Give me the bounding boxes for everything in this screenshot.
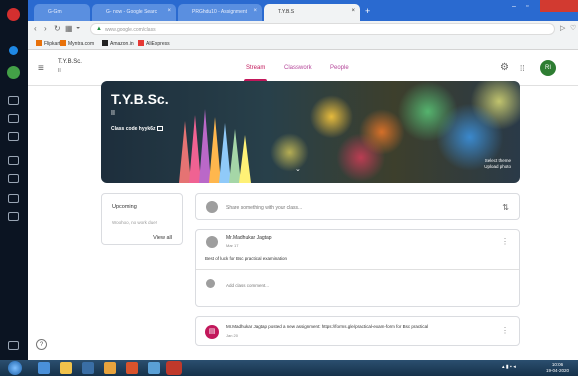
close-icon[interactable]: ×: [351, 8, 355, 14]
chevron-down-icon[interactable]: ⌄: [295, 165, 301, 173]
assignment-text[interactable]: Mr.Madhukar Jagtap posted a new assignme…: [226, 324, 466, 329]
download-icon[interactable]: ♡: [570, 24, 576, 32]
new-tab-button[interactable]: +: [365, 7, 375, 17]
main-menu-icon[interactable]: ≡: [38, 63, 44, 74]
browser-toolbar: ‹ › ↻ ▦ ◒ ▲ www.google.com/class ▷ ♡: [28, 21, 578, 37]
class-code: Class code hyyk6z: [111, 126, 164, 132]
close-icon[interactable]: ×: [253, 8, 257, 14]
tab-classwork[interactable]: Classwork: [284, 65, 312, 71]
avatar[interactable]: RI: [540, 60, 556, 76]
left-dock: [0, 0, 28, 360]
apps-grid-icon[interactable]: ⁞⁞: [520, 64, 524, 73]
sidebar-toggle-icon[interactable]: [8, 341, 19, 350]
upcoming-card: Upcoming Woohoo, no work due! View all: [101, 193, 183, 245]
opera-taskbar-icon[interactable]: [166, 361, 182, 375]
tab-people[interactable]: People: [330, 65, 349, 71]
minimize-icon[interactable]: –: [512, 3, 516, 10]
select-theme-link[interactable]: Select theme Upload photo: [484, 158, 511, 170]
help-icon[interactable]: ?: [36, 339, 47, 350]
pencils-image: [179, 109, 251, 183]
divider: [196, 269, 519, 270]
history-icon[interactable]: [8, 194, 19, 203]
bookmark-icon: [60, 40, 66, 46]
reload-icon[interactable]: ↻: [54, 24, 61, 33]
address-bar[interactable]: ▲ www.google.com/class: [90, 23, 555, 35]
repost-icon[interactable]: ⇅: [502, 203, 509, 212]
opera-icon[interactable]: [7, 8, 20, 21]
upcoming-title: Upcoming: [112, 204, 137, 210]
share-input[interactable]: Share something with your class...: [226, 205, 302, 211]
tray-icons[interactable]: ▴ ▮ ▪ ◂: [502, 364, 516, 370]
fullscreen-icon[interactable]: [157, 126, 164, 131]
forward-icon[interactable]: ›: [44, 24, 47, 33]
close-icon[interactable]: ×: [167, 8, 171, 14]
class-name[interactable]: T.Y.B.Sc.: [58, 59, 82, 65]
more-vert-icon[interactable]: ⋮: [501, 237, 509, 246]
folder-icon[interactable]: [60, 362, 72, 374]
media-icon[interactable]: [82, 362, 94, 374]
window-close-button[interactable]: [540, 0, 578, 12]
bookmark-icon: [138, 40, 144, 46]
class-banner: T.Y.B.Sc. II Class code hyyk6z ⌄ Select …: [101, 81, 520, 183]
assignment-date: Jan 20: [226, 333, 239, 338]
tab-gmail[interactable]: G-Gm: [34, 4, 90, 21]
bookmark-flipkart[interactable]: Flipkart: [36, 40, 60, 47]
clock[interactable]: 10:06 19-04-2020: [546, 362, 569, 374]
search-icon[interactable]: [8, 96, 19, 105]
banner-title: T.Y.B.Sc.: [111, 91, 169, 107]
avatar: [206, 201, 218, 213]
app-icon[interactable]: [126, 362, 138, 374]
share-box[interactable]: Share something with your class... ⇅: [195, 193, 520, 220]
speed-dial-icon[interactable]: ▦: [65, 24, 73, 33]
back-icon[interactable]: ‹: [34, 24, 37, 33]
banner-subtitle: II: [111, 110, 115, 117]
tab-stream[interactable]: Stream: [243, 65, 268, 82]
assignment-icon: ▤: [205, 325, 219, 339]
class-comment-input[interactable]: Add class comment...: [226, 283, 269, 288]
avatar: [206, 236, 218, 248]
shield-icon[interactable]: ◒: [76, 24, 80, 31]
post-body: Best of luck for Bsc practical examinati…: [205, 256, 288, 261]
assignment-post[interactable]: ▤ Mr.Madhukar Jagtap posted a new assign…: [195, 316, 520, 346]
bookmark-icon: [36, 40, 42, 46]
bookmarks-bar: Flipkart Myntra.com Amazon.in AliExpress: [28, 37, 578, 50]
tab-google-search[interactable]: G- now - Google Searc ×: [92, 4, 176, 21]
bookmark-amazon[interactable]: Amazon.in: [102, 40, 134, 47]
avatar: [206, 279, 215, 288]
ie-icon[interactable]: [38, 362, 50, 374]
whatsapp-icon[interactable]: [7, 66, 20, 79]
news-icon[interactable]: [8, 156, 19, 165]
app-icon[interactable]: [148, 362, 160, 374]
post-date: Mar 17: [226, 243, 239, 248]
lock-icon: ▲: [96, 26, 102, 32]
chrome-icon[interactable]: [104, 362, 116, 374]
settings-icon[interactable]: ⚙: [500, 62, 509, 73]
bookmark-myntra[interactable]: Myntra.com: [60, 40, 94, 47]
windows-taskbar: ▴ ▮ ▪ ◂ 10:06 19-04-2020: [0, 360, 578, 376]
classroom-page: ≡ T.Y.B.Sc. II Stream Classwork People ⚙…: [28, 50, 578, 360]
bookmark-icon: [102, 40, 108, 46]
url-text[interactable]: www.google.com/class: [105, 27, 156, 33]
class-section: II: [58, 68, 61, 74]
messenger-icon[interactable]: [9, 46, 18, 55]
upcoming-subtitle: Woohoo, no work due!: [112, 220, 157, 225]
send-icon[interactable]: [8, 114, 19, 123]
bookmark-aliexpress[interactable]: AliExpress: [138, 40, 170, 47]
announcement-post: Mr.Madhukar Jagtap Mar 17 ⋮ Best of luck…: [195, 229, 520, 307]
screen: G-Gm G- now - Google Searc × PRGhdu10 - A…: [0, 0, 578, 376]
maximize-icon[interactable]: ▫: [526, 3, 528, 10]
post-author: Mr.Madhukar Jagtap: [226, 235, 272, 241]
clock-icon[interactable]: [8, 212, 19, 221]
more-vert-icon[interactable]: ⋮: [501, 326, 509, 335]
tab-strip: G-Gm G- now - Google Searc × PRGhdu10 - A…: [28, 0, 578, 21]
snapshot-icon[interactable]: ▷: [560, 24, 565, 32]
start-button[interactable]: [8, 361, 22, 375]
view-all-link[interactable]: View all: [153, 235, 172, 241]
tab-assignment[interactable]: PRGhdu10 - Assignment ×: [178, 4, 262, 21]
apps-icon[interactable]: [8, 132, 19, 141]
tab-classroom[interactable]: T.Y.B.S ×: [264, 4, 360, 21]
heart-icon[interactable]: [8, 174, 19, 183]
